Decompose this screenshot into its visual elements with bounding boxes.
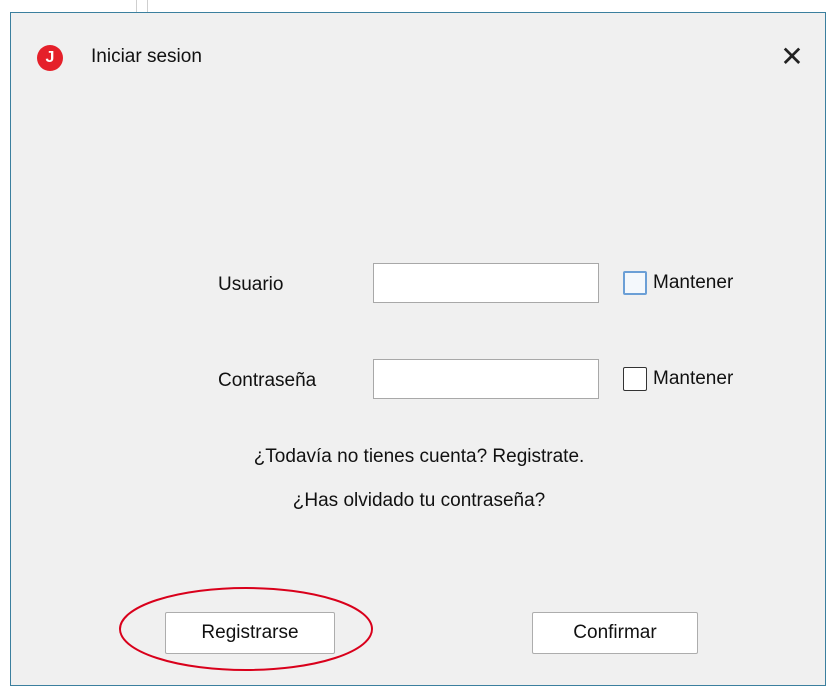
keep-password-checkbox[interactable] (623, 367, 647, 391)
password-input[interactable] (373, 359, 599, 399)
background-window (0, 0, 8, 688)
keep-password-label: Mantener (653, 368, 734, 389)
title-bar[interactable]: J Iniciar sesion ✕ (11, 13, 825, 99)
username-input[interactable] (373, 263, 599, 303)
username-label: Usuario (218, 274, 284, 295)
keep-user-checkbox[interactable] (623, 271, 647, 295)
keep-user-label: Mantener (653, 272, 734, 293)
confirm-button[interactable]: Confirmar (532, 612, 698, 654)
password-label: Contraseña (218, 370, 317, 391)
forgot-password-link[interactable]: ¿Has olvidado tu contraseña? (11, 490, 827, 512)
keep-password-checkbox-row[interactable]: Mantener (623, 367, 733, 391)
register-link[interactable]: ¿Todavía no tienes cuenta? Registrate. (11, 446, 827, 468)
window-title: Iniciar sesion (91, 46, 202, 67)
register-button[interactable]: Registrarse (165, 612, 335, 654)
keep-user-checkbox-row[interactable]: Mantener (623, 271, 733, 295)
login-dialog: J Iniciar sesion ✕ Usuario Mantener Cont… (10, 12, 826, 686)
java-logo-icon: J (37, 45, 63, 71)
close-icon[interactable]: ✕ (769, 35, 815, 79)
